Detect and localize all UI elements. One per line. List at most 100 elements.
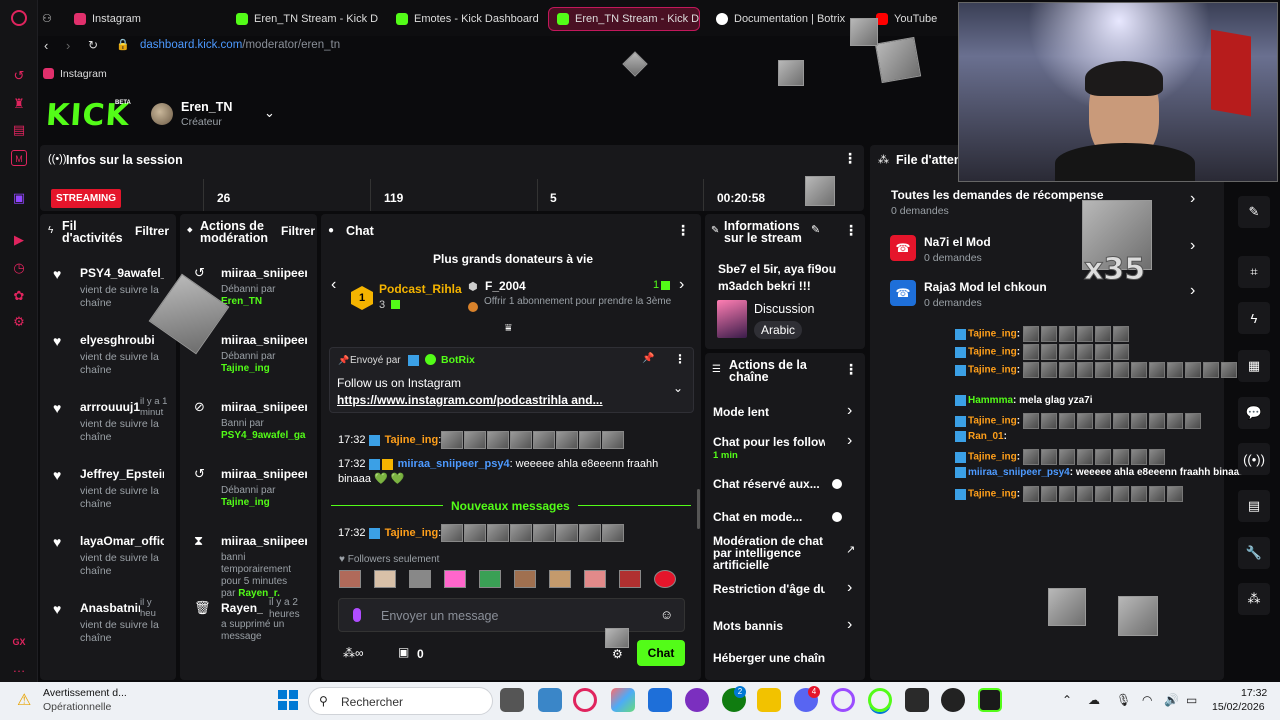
channel-action-0[interactable]: Mode lent › <box>705 402 865 435</box>
moderated-user[interactable]: miiraa_sniipeer <box>221 333 307 347</box>
list-item[interactable]: ↺ miiraa_sniipeer Débanni par Tajine_ing <box>180 455 317 521</box>
channel-points-icon[interactable]: ⁂∞ <box>343 646 364 660</box>
channel-action-7[interactable]: Héberger une chaîne <box>705 651 865 680</box>
screenshot-tool-button[interactable]: ⌗ <box>1238 256 1270 288</box>
capcut-icon[interactable] <box>905 688 929 712</box>
list-item[interactable]: ♥ elyesghroubi vient de suivre la chaîne <box>40 321 176 387</box>
chevron-up-icon[interactable]: ⌃ <box>1062 693 1072 707</box>
widgets-icon[interactable] <box>538 688 562 712</box>
chevron-right-icon[interactable]: › <box>847 432 852 450</box>
gift-box-icon[interactable]: ▣ <box>398 645 409 659</box>
chevron-left-icon[interactable]: ‹ <box>331 276 336 294</box>
settings-icon[interactable]: ⚙ <box>612 647 623 661</box>
moderated-user[interactable]: miiraa_sniipeer <box>221 467 307 481</box>
donor-name[interactable]: Podcast_Rihla <box>379 282 462 296</box>
more-options-icon[interactable]: ⋮ <box>676 222 690 239</box>
taskbar-search[interactable]: ⚲ Rechercher <box>308 687 493 715</box>
list-item[interactable]: ♥ Jeffrey_Epsteir vient de suivre la cha… <box>40 455 176 521</box>
opera-gx-active-icon[interactable] <box>868 688 892 712</box>
chevron-right-icon[interactable]: › <box>1190 237 1195 255</box>
chat-username[interactable]: miiraa_sniipeer_psy4 <box>398 458 510 470</box>
emote[interactable] <box>339 570 361 588</box>
reward-queue-item[interactable]: ☎ Raja3 Mod lel chkoun 0 demandes › <box>870 277 1224 319</box>
player-icon[interactable]: ▶ <box>11 232 27 248</box>
list-item[interactable]: ⊘ miiraa_sniipeer Banni par PSY4_9awafel… <box>180 388 317 454</box>
channel-action-5[interactable]: Restriction d'âge du co › <box>705 579 865 612</box>
moderated-user[interactable]: Rayen_r <box>221 601 263 615</box>
extensions-icon[interactable]: ✿ <box>11 288 27 304</box>
emote[interactable] <box>654 570 676 588</box>
follower-name[interactable]: PSY4_9awafel_ <box>80 266 164 280</box>
app-icon[interactable] <box>685 688 709 712</box>
clock-icon[interactable]: ◷ <box>11 260 27 276</box>
workspace-icon[interactable]: ⚇ <box>42 12 52 25</box>
opera-icon[interactable] <box>831 688 855 712</box>
url-field[interactable]: dashboard.kick.com/moderator/eren_tn <box>140 39 340 51</box>
bookmark-instagram[interactable]: Instagram <box>60 68 107 80</box>
kick-studio-icon[interactable] <box>978 688 1002 712</box>
chevron-right-icon[interactable]: › <box>847 579 852 597</box>
channel-action-4[interactable]: Modération de chat par intelligence arti… <box>705 535 865 571</box>
moderator-name[interactable]: Tajine_ing <box>221 497 270 508</box>
pinned-link[interactable]: https://www.instagram.com/podcastrihla a… <box>337 393 603 407</box>
gx-icon[interactable]: GX <box>11 634 27 650</box>
file-explorer-icon[interactable] <box>757 688 781 712</box>
tab-youtube[interactable]: YouTube <box>868 7 958 31</box>
chat-message[interactable]: 17:32 Tajine_ing: <box>338 524 625 542</box>
notification-title[interactable]: Avertissement d... <box>43 687 127 699</box>
clock-time[interactable]: 17:32 <box>1241 687 1267 699</box>
aria-icon[interactable]: ♜ <box>11 96 27 112</box>
moderated-user[interactable]: miiraa_sniipeer <box>221 266 307 280</box>
more-options-icon[interactable]: ⋮ <box>674 352 686 366</box>
chevron-right-icon[interactable]: › <box>1190 190 1195 208</box>
list-item[interactable]: ♥ layaOmar_offic vient de suivre la chaî… <box>40 522 176 588</box>
unpin-icon[interactable]: 📌 <box>642 353 654 364</box>
more-options-icon[interactable]: ⋮ <box>843 150 857 167</box>
opera-logo-icon[interactable] <box>11 10 27 26</box>
task-view-icon[interactable] <box>500 688 524 712</box>
settings-icon[interactable]: ⚙ <box>11 314 27 330</box>
twitch-icon[interactable]: ▣ <box>11 190 27 206</box>
chevron-down-icon[interactable]: ⌄ <box>673 381 683 395</box>
reload-icon[interactable]: ↻ <box>88 38 98 52</box>
chat-username[interactable]: Tajine_ing <box>385 434 439 446</box>
history-icon[interactable]: ↺ <box>11 68 27 84</box>
emote[interactable] <box>444 570 466 588</box>
more-options-icon[interactable]: ⋮ <box>844 222 858 239</box>
tab-botrix-docs[interactable]: Documentation | Botrix <box>708 7 868 31</box>
gx-corner-icon[interactable]: M <box>11 150 27 166</box>
filter-button[interactable]: Filtrer <box>135 224 169 238</box>
bot-name[interactable]: BotRix <box>441 354 475 366</box>
news-icon[interactable]: ▤ <box>11 122 27 138</box>
more-icon[interactable]: … <box>11 660 27 676</box>
chat-tool-button[interactable]: 💬 <box>1238 397 1270 429</box>
follower-name[interactable]: layaOmar_offic <box>80 534 164 548</box>
network-app-icon[interactable]: ☁ <box>1088 693 1100 707</box>
broadcast-tool-button[interactable]: ((•)) <box>1238 443 1270 475</box>
list-item[interactable]: ♥ arrrouuuj1 il y a 1 minut vient de sui… <box>40 388 176 454</box>
list-item[interactable]: ♥ Anasbatnini il y heu vient de suivre l… <box>40 589 176 655</box>
chevron-right-icon[interactable]: › <box>847 402 852 420</box>
bolt-tool-button[interactable]: ϟ <box>1238 302 1270 334</box>
category-thumbnail[interactable] <box>717 300 747 338</box>
wrench-tool-button[interactable]: 🔧 <box>1238 537 1270 569</box>
emote[interactable] <box>374 570 396 588</box>
avatar[interactable] <box>151 103 173 125</box>
chat-message[interactable]: 17:32 miiraa_sniipeer_psy4: weeeee ahla … <box>338 457 678 487</box>
obs-icon[interactable] <box>941 688 965 712</box>
chevron-right-icon[interactable]: › <box>1190 282 1195 300</box>
emote[interactable] <box>479 570 501 588</box>
chat-scrollbar[interactable] <box>697 489 700 529</box>
donor-name[interactable]: F_2004 <box>485 279 526 293</box>
chat-username[interactable]: Tajine_ing <box>385 527 439 539</box>
community-tool-button[interactable]: ⁂ <box>1238 583 1270 615</box>
moderated-user[interactable]: miiraa_sniipeer <box>221 400 307 414</box>
list-item[interactable]: 🗑 Rayen_r il y a 2 heures a supprimé un … <box>180 589 317 655</box>
copilot-icon[interactable] <box>611 688 635 712</box>
send-button[interactable]: Chat <box>637 640 685 666</box>
emote[interactable] <box>549 570 571 588</box>
chat-message[interactable]: 17:32 Tajine_ing: <box>338 431 625 449</box>
microphone-icon[interactable]: 🎙 <box>1116 693 1131 707</box>
edit-icon[interactable]: ✎ <box>811 223 820 236</box>
emote[interactable] <box>514 570 536 588</box>
